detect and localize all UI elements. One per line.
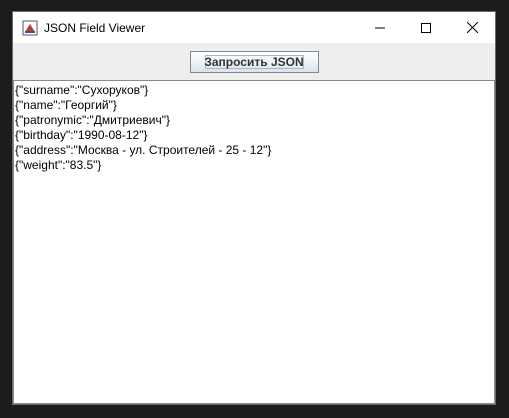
window-title: JSON Field Viewer [44,20,146,35]
json-line-weight: {"weight":"83.5"} [15,158,102,172]
json-line-birthday: {"birthday":"1990-08-12"} [15,128,148,142]
json-output-area[interactable]: {"surname":"Сухоруков"} {"name":"Георгий… [13,80,495,404]
json-line-name: {"name":"Георгий"} [15,98,117,112]
json-line-address: {"address":"Москва - ул. Строителей - 25… [15,143,272,157]
java-app-icon[interactable] [22,20,38,36]
window-controls [357,12,495,43]
app-window: JSON Field Viewer Запросить JSON {"surna… [12,11,496,405]
title-bar[interactable]: JSON Field Viewer [13,12,495,43]
close-icon[interactable] [449,12,495,43]
toolbar: Запросить JSON [13,43,495,79]
json-line-surname: {"surname":"Сухоруков"} [15,83,149,97]
request-json-button[interactable]: Запросить JSON [189,51,319,73]
request-json-button-label: Запросить JSON [204,55,304,69]
json-line-patronymic: {"patronymic":"Дмитриевич"} [15,113,171,127]
maximize-icon[interactable] [403,12,449,43]
minimize-icon[interactable] [357,12,403,43]
